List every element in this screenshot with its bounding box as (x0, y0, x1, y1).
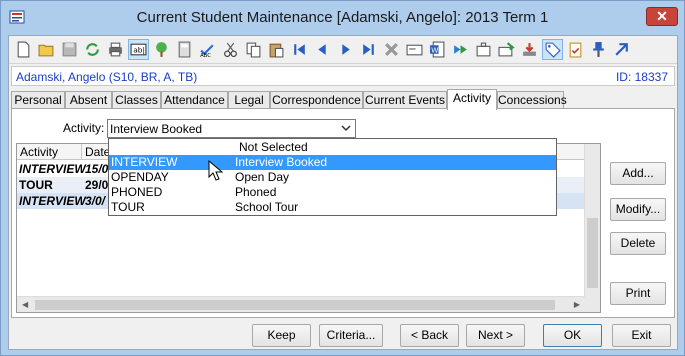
svg-text:W: W (431, 46, 439, 55)
new-document-icon[interactable] (13, 39, 34, 60)
activity-combobox-value: Interview Booked (110, 122, 203, 136)
copy-icon[interactable] (243, 39, 264, 60)
tab-current-events[interactable]: Current Events (363, 91, 447, 109)
next-button[interactable]: Next > (466, 324, 525, 347)
horizontal-scrollbar[interactable]: ◀ ▶ (17, 296, 585, 312)
row-date: 15/0 (85, 162, 109, 176)
row-activity: TOUR (19, 178, 53, 192)
tab-absent[interactable]: Absent (65, 91, 112, 109)
title-bar[interactable]: Current Student Maintenance [Adamski, An… (1, 1, 684, 35)
column-header-activity[interactable]: Activity (20, 145, 58, 159)
text-field-icon[interactable]: ab| (128, 39, 149, 60)
tab-personal[interactable]: Personal (11, 91, 65, 109)
app-window: Current Student Maintenance [Adamski, An… (0, 0, 685, 356)
column-header-date[interactable]: Date (85, 145, 110, 159)
tab-activity[interactable]: Activity (447, 89, 497, 110)
word-document-icon[interactable]: W (427, 39, 448, 60)
row-date: 3/0/ (85, 194, 106, 208)
client-area: ab| ABC W Adamski, Angelo (S10, BR, A, T… (8, 35, 678, 350)
activity-combobox[interactable]: Interview Booked (107, 119, 356, 138)
option-description: School Tour (235, 200, 299, 214)
option-description: Interview Booked (235, 155, 328, 169)
tag-icon[interactable] (542, 39, 563, 60)
row-activity: INTERVIEW (19, 194, 86, 208)
keep-button[interactable]: Keep (252, 324, 311, 347)
scroll-left-icon[interactable]: ◀ (22, 300, 28, 309)
ok-button[interactable]: OK (543, 324, 602, 347)
delete-button[interactable]: Delete (610, 232, 666, 255)
criteria-button[interactable]: Criteria... (319, 324, 383, 347)
card-icon[interactable] (404, 39, 425, 60)
back-button[interactable]: < Back (400, 324, 459, 347)
paste-icon[interactable] (266, 39, 287, 60)
dropdown-option[interactable]: PHONED Phoned (109, 185, 556, 200)
chevron-down-icon[interactable] (341, 123, 351, 133)
option-description: Phoned (235, 185, 277, 199)
close-button[interactable]: ✕ (646, 7, 678, 26)
tab-correspondence[interactable]: Correspondence (270, 91, 363, 109)
download-tray-icon[interactable] (519, 39, 540, 60)
refresh-icon[interactable] (82, 39, 103, 60)
dropdown-option-selected[interactable]: INTERVIEW Interview Booked (109, 155, 556, 170)
dropdown-option[interactable]: TOUR School Tour (109, 200, 556, 215)
option-code: PHONED (111, 185, 163, 199)
print-icon[interactable] (105, 39, 126, 60)
next-record-icon[interactable] (335, 39, 356, 60)
add-button[interactable]: Add... (610, 162, 666, 185)
scroll-right-icon[interactable]: ▶ (574, 300, 580, 309)
window-title: Current Student Maintenance [Adamski, An… (136, 9, 549, 26)
svg-text:ABC: ABC (200, 53, 211, 58)
arrow-up-right-icon[interactable] (611, 39, 632, 60)
option-description: Open Day (235, 170, 290, 184)
pin-icon[interactable] (588, 39, 609, 60)
print-button[interactable]: Print (610, 282, 666, 305)
dropdown-option[interactable]: Not Selected (109, 140, 556, 155)
student-name: Adamski, Angelo (S10, BR, A, TB) (16, 70, 198, 84)
tab-classes[interactable]: Classes (112, 91, 161, 109)
option-code: INTERVIEW (111, 155, 178, 169)
delete-icon[interactable] (381, 39, 402, 60)
previous-record-icon[interactable] (312, 39, 333, 60)
option-code: OPENDAY (111, 170, 169, 184)
student-id: ID: 18337 (615, 70, 668, 84)
mouse-pointer-icon (208, 160, 224, 181)
modify-button[interactable]: Modify... (610, 198, 666, 221)
vertical-scroll-thumb[interactable] (587, 218, 598, 288)
column-divider[interactable] (81, 144, 82, 160)
cut-icon[interactable] (220, 39, 241, 60)
activity-dropdown-list[interactable]: Not Selected INTERVIEW Interview Booked … (108, 138, 557, 216)
row-date: 29/0 (85, 178, 109, 192)
option-description: Not Selected (239, 140, 308, 154)
forward-icon[interactable] (450, 39, 471, 60)
row-activity: INTERVIEW (19, 162, 86, 176)
dropdown-option[interactable]: OPENDAY Open Day (109, 170, 556, 185)
tab-concessions[interactable]: Concessions (497, 91, 567, 109)
save-icon[interactable] (59, 39, 80, 60)
svg-text:ab|: ab| (133, 46, 145, 55)
clipboard-check-icon[interactable] (565, 39, 586, 60)
spell-check-icon[interactable]: ABC (197, 39, 218, 60)
open-folder-icon[interactable] (36, 39, 57, 60)
calculator-icon[interactable] (174, 39, 195, 60)
tab-legal[interactable]: Legal (228, 91, 270, 109)
mail-stamp-icon[interactable] (496, 39, 517, 60)
vertical-scrollbar[interactable] (584, 144, 600, 312)
first-record-icon[interactable] (289, 39, 310, 60)
exit-button[interactable]: Exit (612, 324, 671, 347)
student-header: Adamski, Angelo (S10, BR, A, TB) ID: 183… (11, 66, 675, 86)
horizontal-scroll-thumb[interactable] (35, 300, 555, 310)
tree-icon[interactable] (151, 39, 172, 60)
option-code: TOUR (111, 200, 145, 214)
toolbar: ab| ABC W (9, 36, 677, 64)
tab-attendance[interactable]: Attendance (161, 91, 228, 109)
last-record-icon[interactable] (358, 39, 379, 60)
briefcase-icon[interactable] (473, 39, 494, 60)
activity-label: Activity: (63, 121, 105, 135)
